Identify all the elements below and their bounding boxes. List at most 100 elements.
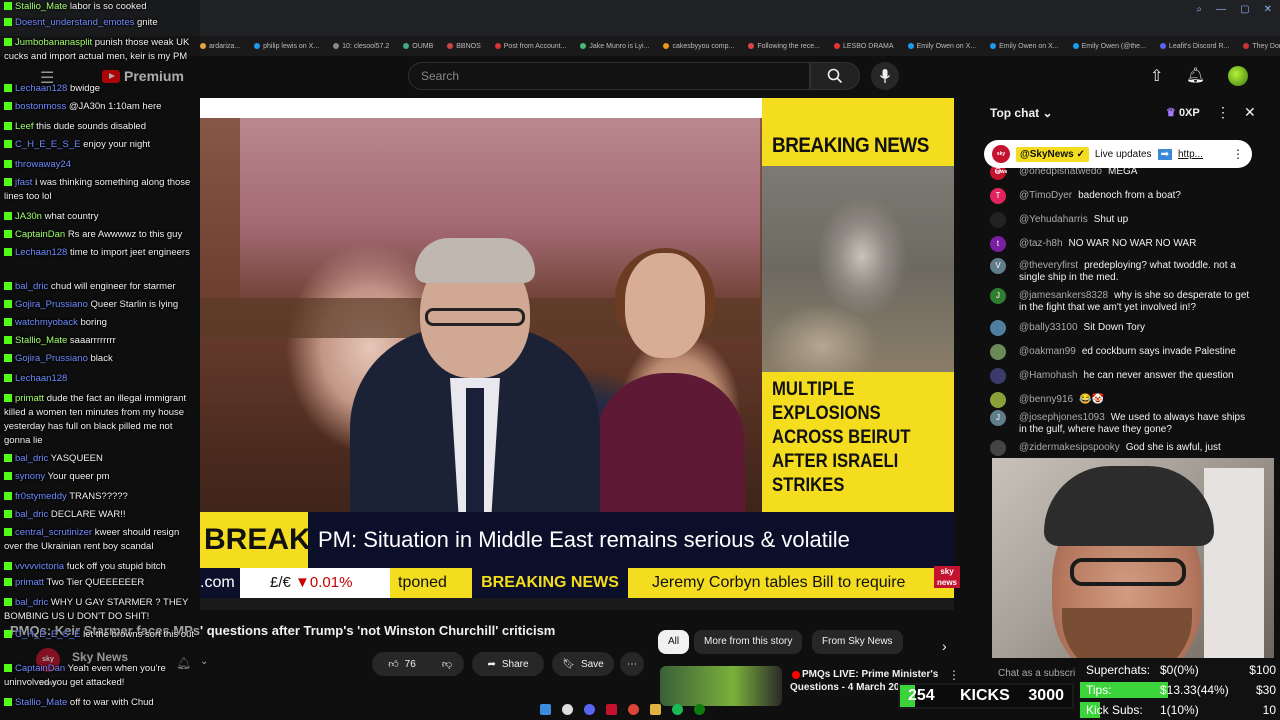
chat-input[interactable]: Chat as a subscri <box>998 668 1075 679</box>
chrome-icon[interactable] <box>628 703 639 715</box>
chat-username[interactable]: @Hamohash <box>1019 370 1078 381</box>
chat-avatar[interactable] <box>990 320 1006 336</box>
kick-username[interactable]: Gojira_Prussiano <box>15 299 88 310</box>
kick-username[interactable]: Stallio_Mate <box>15 1 67 12</box>
account-avatar[interactable] <box>1228 66 1248 86</box>
bookmark-item[interactable]: Following the rece... <box>748 43 820 50</box>
bookmark-item[interactable]: philip lewis on X... <box>254 43 319 50</box>
bookmark-item[interactable]: Emily Owen on X... <box>908 43 977 50</box>
chat-username[interactable]: @oakman99 <box>1019 346 1076 357</box>
chat-username[interactable]: @Yehudaharris <box>1019 214 1088 225</box>
bookmark-item[interactable]: They Don't Want... <box>1243 43 1280 50</box>
voice-search-button[interactable] <box>871 62 899 90</box>
bookmark-item[interactable]: cakesbyyou comp... <box>663 43 734 50</box>
pinned-link[interactable]: http... <box>1178 149 1203 160</box>
chat-avatar[interactable] <box>990 392 1006 408</box>
xp-badge[interactable]: ♛ 0XP <box>1166 106 1200 119</box>
search-icon[interactable]: ⌕ <box>1197 4 1203 15</box>
chat-avatar[interactable] <box>990 344 1006 360</box>
share-button[interactable]: ➦ Share <box>472 652 544 676</box>
kick-username[interactable]: Jumbobananasplit <box>15 37 92 48</box>
kick-username[interactable]: primatt <box>15 577 44 588</box>
kick-username[interactable]: primatt <box>15 393 44 404</box>
save-button[interactable]: 🔖︎ Save <box>552 652 614 676</box>
kick-username[interactable]: Lechaan128 <box>15 83 67 94</box>
kick-username[interactable]: C_H_E_E_S_E <box>15 629 80 640</box>
kick-username[interactable]: Doesnt_understand_emotes <box>15 17 134 28</box>
kick-username[interactable]: Lechaan128 <box>15 247 67 258</box>
bookmark-item[interactable]: 10: clesool57.2 <box>333 43 389 50</box>
search-input[interactable]: Search <box>408 62 810 90</box>
chat-avatar[interactable] <box>990 368 1006 384</box>
chat-username[interactable]: @zidermakesipspooky <box>1019 442 1120 453</box>
notifications-bell-icon[interactable]: 🔔︎ <box>1186 66 1205 84</box>
kick-username[interactable]: Stallio_Mate <box>15 697 67 708</box>
chat-username[interactable]: @benny916 <box>1019 394 1073 405</box>
discord-icon[interactable] <box>584 703 595 715</box>
upload-icon[interactable]: ⇧ <box>1150 66 1163 86</box>
kick-username[interactable]: C_H_E_E_S_E <box>15 139 80 150</box>
kick-username[interactable]: Lechaan128 <box>15 373 67 384</box>
top-chat-selector[interactable]: Top chat ⌄ <box>990 106 1053 120</box>
more-actions-button[interactable]: ⋯ <box>620 652 644 676</box>
windows-start-icon[interactable] <box>540 703 551 715</box>
chat-username[interactable]: @jamesankers8328 <box>1019 290 1108 301</box>
bookmark-item[interactable]: OUMB <box>403 43 433 50</box>
chip-from-sky-news[interactable]: From Sky News <box>812 630 903 654</box>
bookmark-item[interactable]: LESBO DRAMA <box>834 43 894 50</box>
chat-avatar[interactable]: T <box>990 188 1006 204</box>
chevron-right-icon[interactable]: › <box>932 634 957 658</box>
chevron-down-icon[interactable]: ⌄ <box>200 656 208 667</box>
kick-username[interactable]: Gojira_Prussiano <box>15 353 88 364</box>
kick-username[interactable]: bal_dric <box>15 509 48 520</box>
kick-username[interactable]: JA30n <box>15 211 42 222</box>
file-explorer-icon[interactable] <box>650 703 661 715</box>
chat-username[interactable]: @theveryfirst <box>1019 260 1078 271</box>
dislike-button[interactable]: 👎︎ <box>430 652 464 676</box>
spotify-icon[interactable] <box>672 703 683 715</box>
bookmark-item[interactable]: Jake Munro is Lyi... <box>580 43 649 50</box>
pinned-menu-icon[interactable]: ⋮ <box>1232 147 1244 161</box>
kick-username[interactable]: bostonmoss <box>15 101 66 112</box>
chat-avatar[interactable] <box>990 440 1006 456</box>
kick-username[interactable]: fr0stymeddy <box>15 491 67 502</box>
bookmark-item[interactable]: BBNOS <box>447 43 481 50</box>
kick-username[interactable]: synony <box>15 471 45 482</box>
kick-username[interactable]: bal_dric <box>15 597 48 608</box>
chat-username[interactable]: @taz-h8h <box>1019 238 1063 249</box>
minimize-icon[interactable]: — <box>1216 4 1226 15</box>
chat-username[interactable]: @bally33100 <box>1019 322 1078 333</box>
app-icon-red[interactable] <box>606 703 617 715</box>
bookmark-item[interactable]: Emily Owen on X... <box>990 43 1059 50</box>
search-button[interactable] <box>810 62 860 90</box>
kick-username[interactable]: jfast <box>15 177 32 188</box>
chat-avatar[interactable] <box>990 212 1006 228</box>
chat-username[interactable]: @josephjones1093 <box>1019 412 1105 423</box>
kick-username[interactable]: vvvvvictoria <box>15 561 64 572</box>
close-icon[interactable]: ✕ <box>1264 4 1272 15</box>
window-controls[interactable]: ⌕ — ▢ ✕ <box>1197 4 1272 15</box>
kick-username[interactable]: bal_dric <box>15 453 48 464</box>
kick-username[interactable]: central_scrutinizer <box>15 527 92 538</box>
bookmark-item[interactable]: Post from Account... <box>495 43 567 50</box>
recommended-menu-icon[interactable]: ⋮ <box>948 668 960 682</box>
xbox-icon[interactable] <box>694 703 705 715</box>
kick-username[interactable]: bal_dric <box>15 281 48 292</box>
kick-username[interactable]: throwaway24 <box>15 159 71 170</box>
bookmark-item[interactable]: ardariza... <box>200 43 240 50</box>
kick-username[interactable]: watchmyoback <box>15 317 78 328</box>
chip-more-from-story[interactable]: More from this story <box>694 630 803 654</box>
maximize-icon[interactable]: ▢ <box>1240 4 1249 15</box>
chat-menu-icon[interactable]: ⋮ <box>1216 104 1230 121</box>
kick-username[interactable]: CaptainDan <box>15 663 65 674</box>
pinned-message[interactable]: sky news @SkyNews ✓ Live updates ➡ http.… <box>984 140 1252 175</box>
kick-username[interactable]: Leef <box>15 121 34 132</box>
close-icon[interactable]: ✕ <box>1244 104 1256 121</box>
chat-avatar[interactable]: J <box>990 288 1006 304</box>
kick-username[interactable]: CaptainDan <box>15 229 65 240</box>
chat-avatar[interactable]: V <box>990 258 1006 274</box>
chat-username[interactable]: @TimoDyer <box>1019 190 1072 201</box>
chat-avatar[interactable]: t <box>990 236 1006 252</box>
chip-all[interactable]: All <box>658 630 690 654</box>
taskbar-search-icon[interactable] <box>562 703 573 715</box>
